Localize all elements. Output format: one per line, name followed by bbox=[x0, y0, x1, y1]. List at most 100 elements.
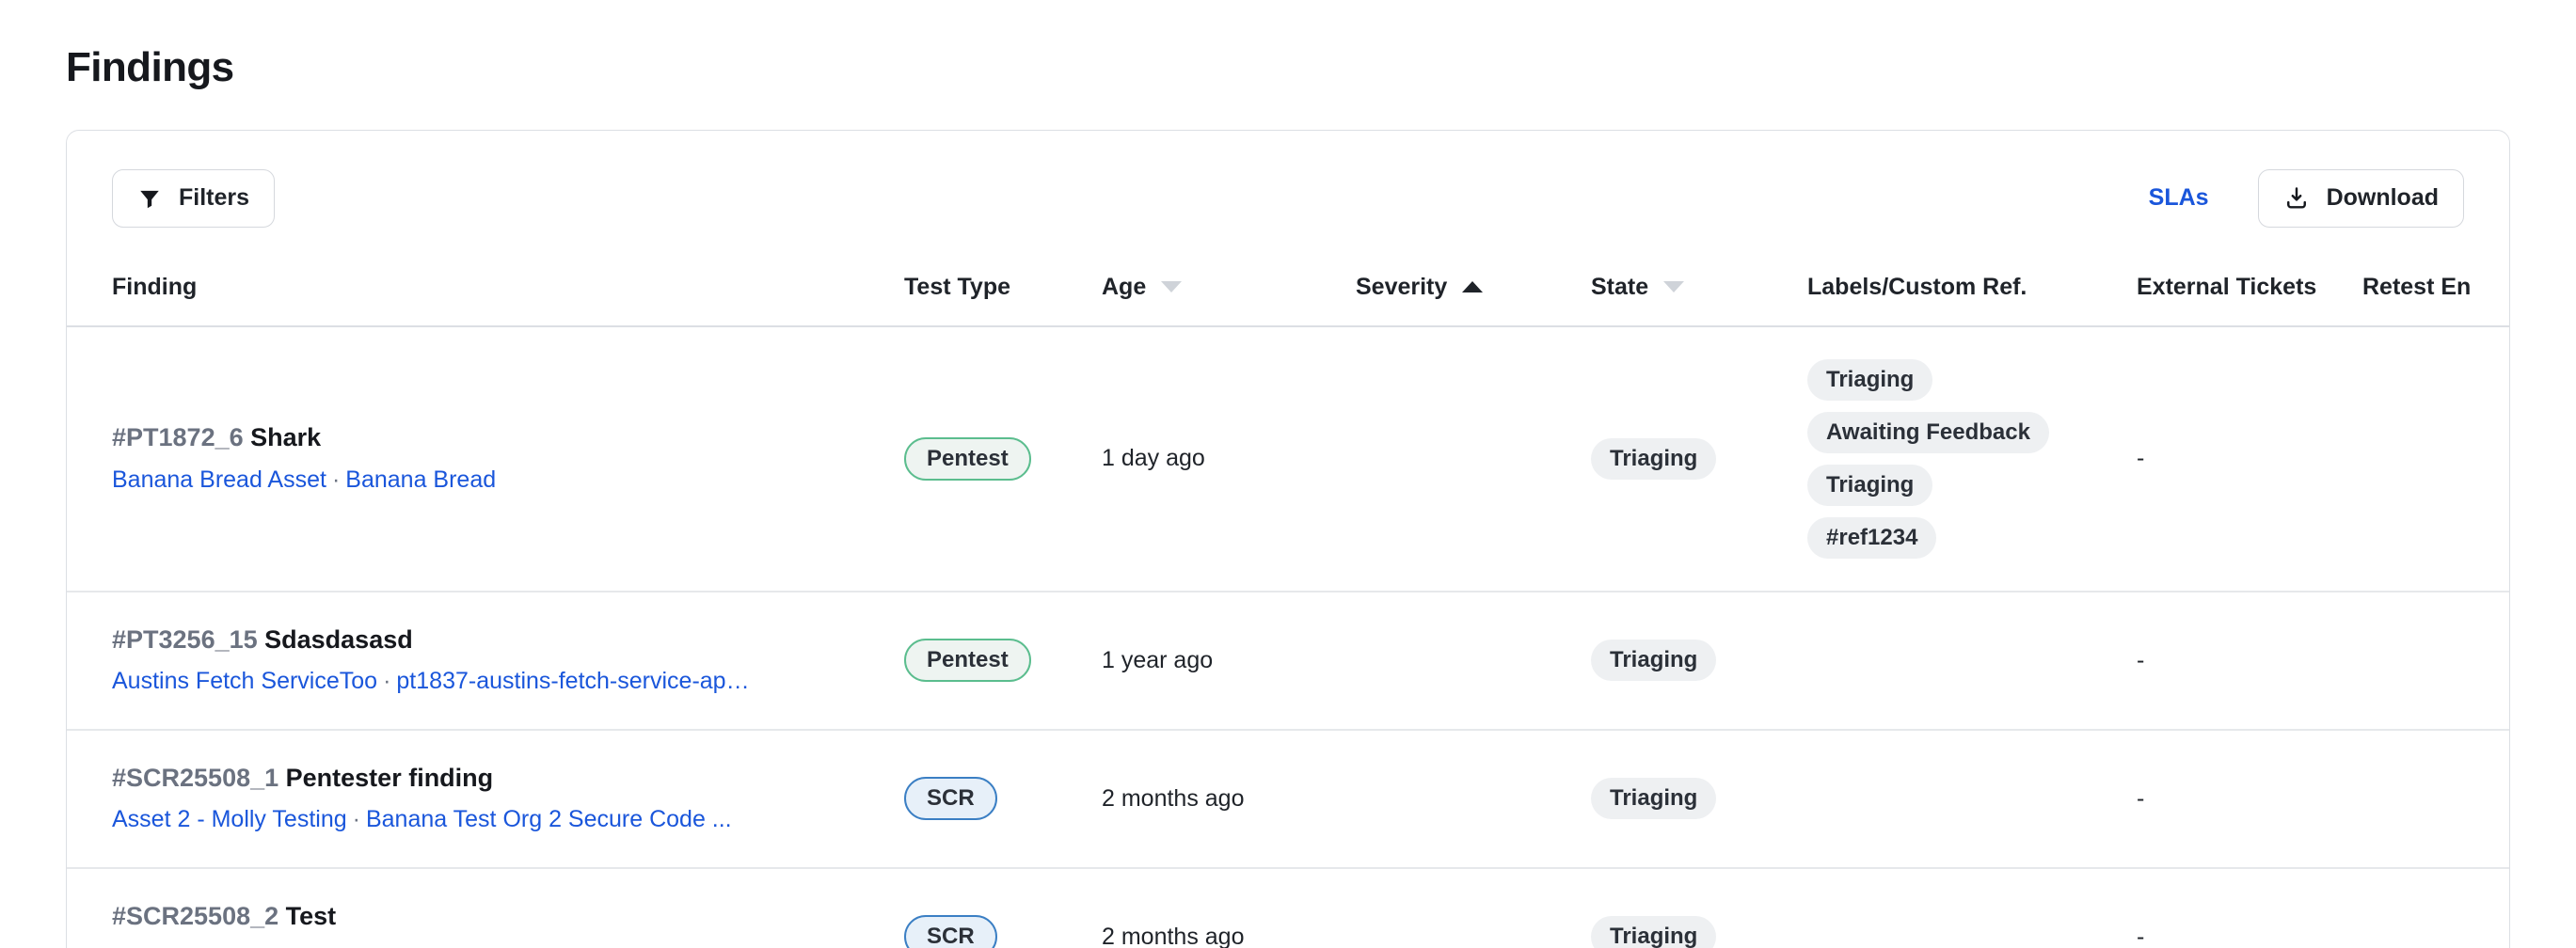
finding-subtitle-link[interactable]: Molly Test bbox=[112, 944, 216, 948]
column-header-test-type[interactable]: Test Type bbox=[904, 273, 1102, 327]
subtitle-separator: · bbox=[383, 668, 391, 695]
column-header-labels-label: Labels/Custom Ref. bbox=[1807, 273, 2027, 300]
subtitle-separator: · bbox=[216, 944, 235, 948]
finding-subtitle-link[interactable]: Banana Test Org 2 Secure Code ... bbox=[366, 806, 732, 832]
cell-state: Triaging bbox=[1591, 868, 1807, 948]
filters-button[interactable]: Filters bbox=[112, 168, 276, 228]
finding-id: #SCR25508_2 bbox=[112, 901, 279, 930]
status-badge: Triaging bbox=[1591, 778, 1717, 820]
label-chip: #ref1234 bbox=[1807, 516, 1937, 559]
finding-name: Test bbox=[278, 901, 337, 930]
findings-table: Finding Test Type Age Severity State Lab… bbox=[67, 273, 2509, 948]
column-header-retest-enabled-label: Retest En bbox=[2362, 273, 2472, 300]
sort-ascending-active-icon[interactable] bbox=[1462, 281, 1484, 293]
cell-finding: #PT3256_15 Sdasdasasd Austins Fetch Servi… bbox=[67, 592, 904, 730]
label-chip: Triaging bbox=[1807, 358, 1933, 401]
download-button[interactable]: Download bbox=[2257, 168, 2464, 228]
column-header-age-label: Age bbox=[1102, 273, 1147, 300]
table-row[interactable]: #SCR25508_2 Test Molly Test·Banana Test O… bbox=[67, 868, 2509, 948]
column-header-state-label: State bbox=[1591, 273, 1649, 300]
finding-title: #PT3256_15 Sdasdasasd bbox=[112, 624, 904, 656]
column-header-labels[interactable]: Labels/Custom Ref. bbox=[1807, 273, 2137, 327]
cell-labels bbox=[1807, 730, 2137, 868]
cell-test-type: SCR bbox=[904, 868, 1102, 948]
finding-subtitle: Asset 2 - Molly Testing · Banana Test Org … bbox=[112, 805, 865, 834]
cell-severity bbox=[1356, 326, 1591, 592]
finding-subtitle: Banana Bread Asset · Banana Bread bbox=[112, 466, 865, 495]
sort-descending-icon[interactable] bbox=[1663, 281, 1685, 293]
cell-external-tickets: - bbox=[2137, 646, 2145, 673]
cell-finding: #SCR25508_1 Pentester finding Asset 2 - M… bbox=[67, 730, 904, 868]
cell-test-type: Pentest bbox=[904, 326, 1102, 592]
cell-state: Triaging bbox=[1591, 326, 1807, 592]
cell-retest-enabled bbox=[2362, 326, 2509, 592]
column-header-test-type-label: Test Type bbox=[904, 273, 1010, 300]
column-header-external-tickets-label: External Tickets bbox=[2137, 273, 2317, 300]
finding-subtitle-link[interactable]: Banana Test Org 2 Secure Code ... bbox=[235, 944, 601, 948]
download-button-label: Download bbox=[2326, 184, 2439, 212]
column-header-state[interactable]: State bbox=[1591, 273, 1807, 327]
status-badge: Triaging bbox=[1591, 640, 1717, 682]
column-header-age[interactable]: Age bbox=[1102, 273, 1356, 327]
cell-age: 1 year ago bbox=[1102, 646, 1214, 673]
cell-finding: #SCR25508_2 Test Molly Test·Banana Test O… bbox=[67, 868, 904, 948]
column-header-retest-enabled[interactable]: Retest En bbox=[2362, 273, 2509, 327]
finding-subtitle-link[interactable]: pt1837-austins-fetch-service-ap… bbox=[396, 668, 749, 694]
subtitle-separator: · bbox=[352, 806, 360, 833]
cell-retest-enabled bbox=[2362, 730, 2509, 868]
column-header-finding[interactable]: Finding bbox=[67, 273, 904, 327]
finding-name: Shark bbox=[243, 423, 322, 452]
cell-age: 1 day ago bbox=[1102, 445, 1205, 472]
cell-state: Triaging bbox=[1591, 592, 1807, 730]
cell-labels bbox=[1807, 868, 2137, 948]
finding-subtitle-link[interactable]: Banana Bread bbox=[345, 466, 496, 493]
table-row[interactable]: #PT3256_15 Sdasdasasd Austins Fetch Servi… bbox=[67, 592, 2509, 730]
findings-card: Filters SLAs Download Finding Test Type … bbox=[66, 129, 2510, 948]
findings-table-body: #PT1872_6 Shark Banana Bread Asset · Banana… bbox=[67, 326, 2509, 948]
cell-test-type: Pentest bbox=[904, 592, 1102, 730]
finding-title: #SCR25508_1 Pentester finding bbox=[112, 763, 904, 795]
cell-retest-enabled bbox=[2362, 592, 2509, 730]
finding-id: #PT3256_15 bbox=[112, 624, 258, 654]
cell-severity bbox=[1356, 868, 1591, 948]
findings-toolbar: Filters SLAs Download bbox=[67, 131, 2509, 236]
toolbar-right-actions: SLAs Download bbox=[2149, 168, 2464, 228]
cell-test-type: SCR bbox=[904, 730, 1102, 868]
cell-external-tickets: - bbox=[2137, 445, 2145, 472]
cell-external-tickets: - bbox=[2137, 923, 2145, 948]
filters-button-label: Filters bbox=[179, 184, 250, 212]
status-badge: Triaging bbox=[1591, 916, 1717, 948]
table-row[interactable]: #SCR25508_1 Pentester finding Asset 2 - M… bbox=[67, 730, 2509, 868]
download-icon bbox=[2283, 185, 2310, 212]
column-header-severity[interactable]: Severity bbox=[1356, 273, 1591, 327]
cell-labels: Triaging Awaiting Feedback Triaging #ref123… bbox=[1807, 326, 2137, 592]
cell-severity bbox=[1356, 592, 1591, 730]
funnel-icon bbox=[137, 186, 162, 211]
page-title: Findings bbox=[66, 44, 234, 90]
column-header-external-tickets[interactable]: External Tickets bbox=[2137, 273, 2362, 327]
cell-severity bbox=[1356, 730, 1591, 868]
finding-subtitle: Molly Test·Banana Test Org 2 Secure Code… bbox=[112, 943, 865, 948]
slas-link[interactable]: SLAs bbox=[2149, 184, 2209, 212]
findings-table-header: Finding Test Type Age Severity State Lab… bbox=[67, 273, 2509, 327]
test-type-badge: SCR bbox=[904, 777, 997, 821]
table-row[interactable]: #PT1872_6 Shark Banana Bread Asset · Banana… bbox=[67, 326, 2509, 592]
label-chip-stack: Triaging Awaiting Feedback Triaging #ref123… bbox=[1807, 358, 2137, 559]
test-type-badge: Pentest bbox=[904, 639, 1031, 683]
finding-subtitle-link[interactable]: Banana Bread Asset bbox=[112, 466, 326, 493]
test-type-badge: SCR bbox=[904, 915, 997, 948]
cell-labels bbox=[1807, 592, 2137, 730]
test-type-badge: Pentest bbox=[904, 436, 1031, 481]
cell-external-tickets: - bbox=[2137, 784, 2145, 812]
cell-age: 2 months ago bbox=[1102, 784, 1245, 812]
subtitle-separator: · bbox=[331, 466, 341, 493]
finding-subtitle-link[interactable]: Asset 2 - Molly Testing bbox=[112, 806, 347, 832]
sort-descending-icon[interactable] bbox=[1161, 281, 1183, 293]
finding-subtitle: Austins Fetch ServiceToo · pt1837-austins-… bbox=[112, 667, 865, 696]
finding-id: #SCR25508_1 bbox=[112, 763, 279, 792]
finding-subtitle-link[interactable]: Austins Fetch ServiceToo bbox=[112, 668, 377, 694]
label-chip: Triaging bbox=[1807, 464, 1933, 506]
status-badge: Triaging bbox=[1591, 437, 1717, 480]
cell-age: 2 months ago bbox=[1102, 923, 1245, 948]
finding-name: Sdasdasasd bbox=[257, 624, 413, 654]
